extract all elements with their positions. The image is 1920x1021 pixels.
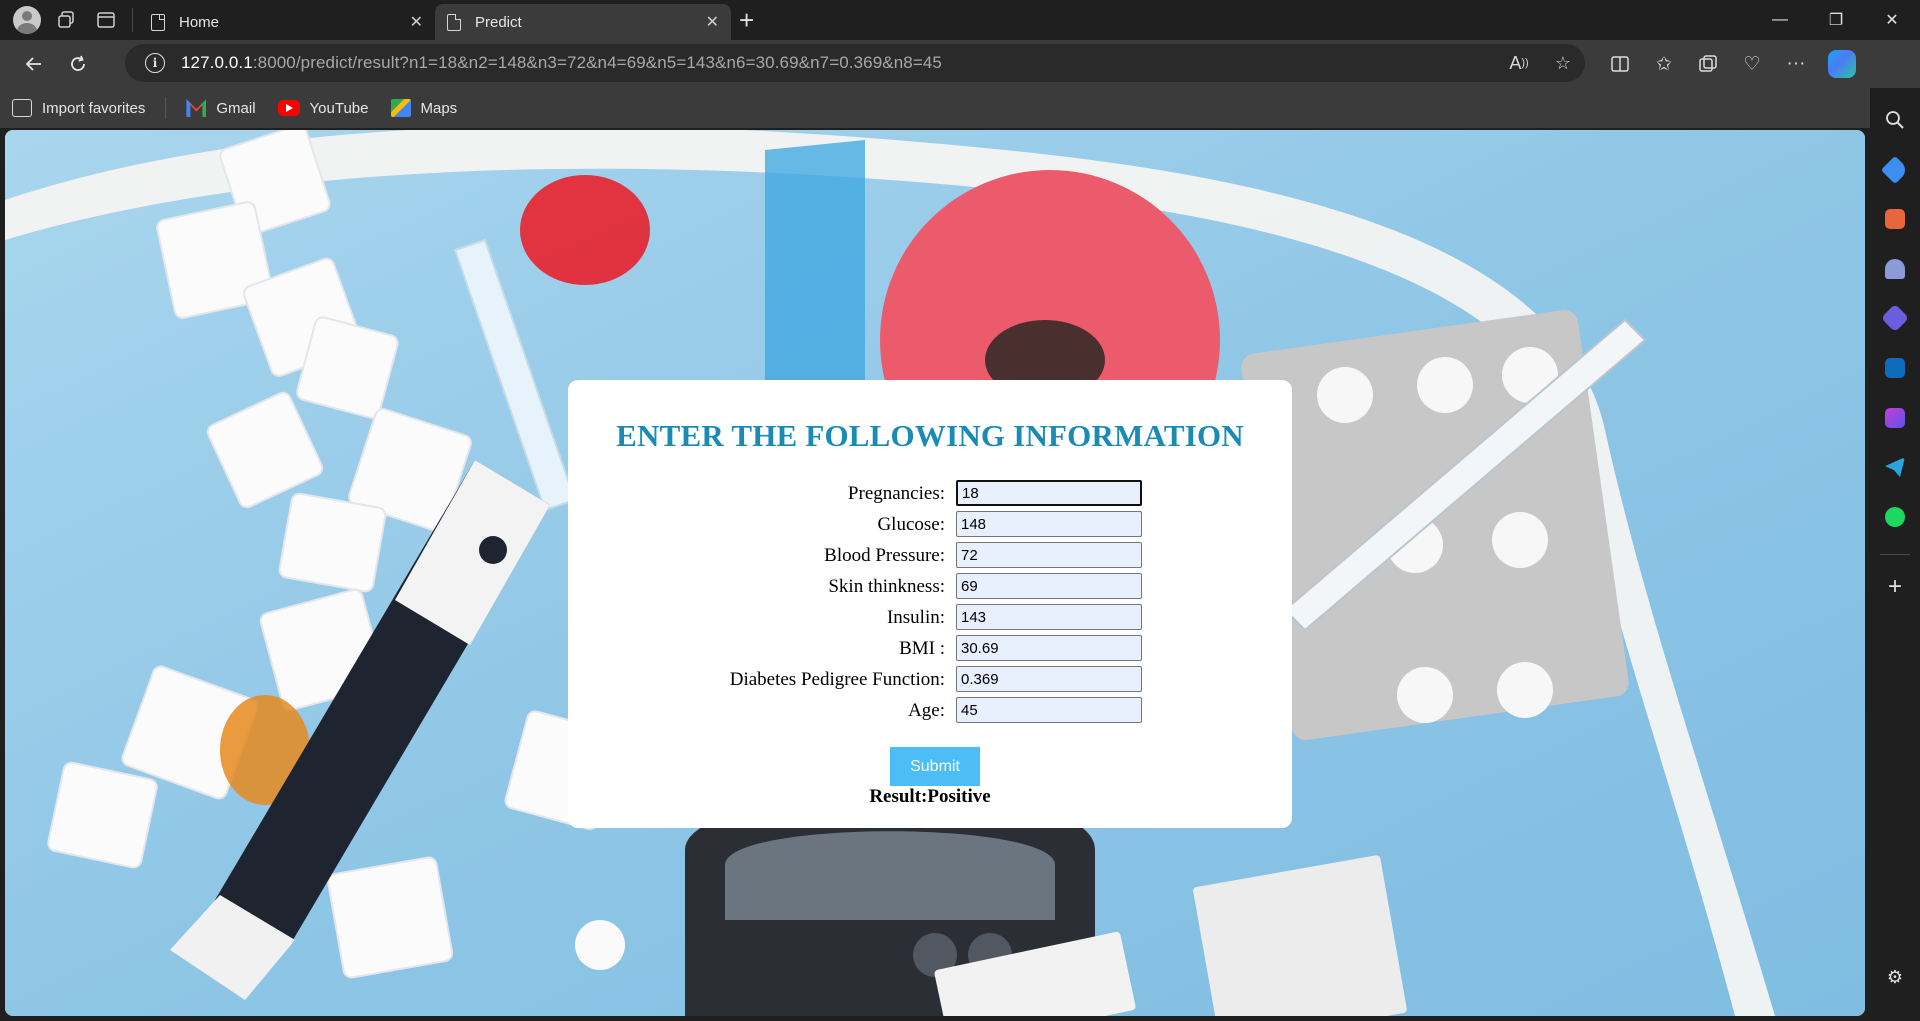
tab-home[interactable]: Home ✕ (139, 4, 435, 40)
blood-pressure-input[interactable] (956, 542, 1142, 568)
tab-separator (132, 8, 133, 32)
telegram-icon[interactable] (1877, 449, 1913, 485)
refresh-button[interactable] (56, 44, 100, 84)
page-title: ENTER THE FOLLOWING INFORMATION (616, 418, 1244, 453)
profile-button[interactable] (8, 0, 46, 40)
result-text: Result:Positive (869, 786, 991, 807)
address-bar-row: i 127.0.0.1:8000/predict/result?n1=18&n2… (0, 40, 1920, 88)
address-bar-actions: A)) ☆ (1497, 44, 1585, 82)
field-label: Diabetes Pedigree Function: (729, 669, 945, 690)
url-path: :8000/predict/result?n1=18&n2=148&n3=72&… (252, 53, 942, 72)
field-bmi: BMI : (568, 635, 1292, 661)
glucose-input[interactable] (956, 511, 1142, 537)
edge-sidebar: + ⚙ (1870, 88, 1920, 1021)
avatar-icon (13, 6, 41, 34)
workspaces-button[interactable] (46, 0, 86, 40)
favorite-gmail[interactable]: Gmail (186, 99, 256, 117)
arrow-left-icon (25, 57, 41, 71)
tab-label: Predict (475, 13, 522, 31)
pregnancies-input[interactable] (956, 480, 1142, 506)
sidebar-separator (1880, 554, 1910, 556)
field-label: Age: (908, 700, 945, 721)
favorite-label: Gmail (216, 99, 256, 117)
field-age: Age: (568, 697, 1292, 723)
more-menu-icon[interactable]: ··· (1774, 40, 1818, 88)
favorites-icon[interactable]: ✩ (1642, 40, 1686, 88)
field-label: Insulin: (886, 607, 945, 628)
field-blood-pressure: Blood Pressure: (568, 542, 1292, 568)
vertical-tabs-button[interactable] (86, 0, 126, 40)
favorite-label: Import favorites (42, 99, 146, 117)
games-icon[interactable] (1877, 251, 1913, 287)
page-icon (447, 13, 461, 31)
favorite-label: YouTube (309, 99, 369, 117)
tools-icon[interactable] (1877, 201, 1913, 237)
field-label: Skin thinkness: (828, 576, 945, 597)
favorites-separator (165, 97, 167, 119)
designer-icon[interactable] (1877, 400, 1913, 436)
field-glucose: Glucose: (568, 511, 1292, 537)
refresh-icon (71, 55, 85, 71)
close-window-icon[interactable]: ✕ (1864, 0, 1920, 40)
minimize-icon[interactable]: — (1752, 0, 1808, 40)
browser-toolbar: ✩ ♡ ··· (1598, 40, 1856, 88)
import-icon (12, 99, 32, 117)
tab-predict[interactable]: Predict ✕ (435, 4, 731, 40)
field-label: Glucose: (877, 514, 945, 535)
window-controls: — ❐ ✕ (1752, 0, 1920, 40)
field-label: Pregnancies: (847, 483, 945, 504)
skin-thickness-input[interactable] (956, 573, 1142, 599)
tab-bar: Home ✕ Predict ✕ + — ❐ ✕ (0, 0, 1920, 40)
field-skin-thickness: Skin thinkness: (568, 573, 1292, 599)
page-viewport: ENTER THE FOLLOWING INFORMATION Pregnanc… (5, 130, 1865, 1016)
close-icon[interactable]: ✕ (410, 12, 423, 32)
favorite-maps[interactable]: Maps (390, 99, 458, 117)
url-text[interactable]: 127.0.0.1:8000/predict/result?n1=18&n2=1… (181, 53, 942, 73)
age-input[interactable] (956, 697, 1142, 723)
diabetes-pedigree-input[interactable] (956, 666, 1142, 692)
field-insulin: Insulin: (568, 604, 1292, 630)
gmail-icon (186, 99, 207, 117)
copilot-icon[interactable] (1828, 50, 1856, 78)
copilot-apps-icon[interactable] (1877, 300, 1913, 336)
back-button[interactable] (12, 44, 56, 84)
url-host: 127.0.0.1 (181, 53, 253, 72)
favorites-bar: Import favorites Gmail YouTube Maps (0, 88, 1870, 128)
favorite-label: Maps (420, 99, 458, 117)
field-pregnancies: Pregnancies: (568, 480, 1292, 506)
youtube-icon (277, 100, 300, 116)
gear-icon[interactable]: ⚙ (1877, 959, 1913, 995)
browser-essentials-icon[interactable]: ♡ (1730, 40, 1774, 88)
add-sidebar-app-icon[interactable]: + (1877, 569, 1913, 605)
favorite-star-icon[interactable]: ☆ (1541, 44, 1585, 82)
page-icon (151, 13, 165, 31)
insulin-input[interactable] (956, 604, 1142, 630)
site-info-icon[interactable]: i (145, 53, 165, 73)
shopping-tag-icon[interactable] (1877, 152, 1913, 188)
submit-button[interactable]: Submit (890, 747, 980, 786)
tab-label: Home (179, 13, 220, 31)
favorite-youtube[interactable]: YouTube (277, 99, 369, 117)
address-bar[interactable]: i 127.0.0.1:8000/predict/result?n1=18&n2… (125, 44, 1585, 82)
spotify-icon[interactable] (1877, 499, 1913, 535)
bmi-input[interactable] (956, 635, 1142, 661)
form-card: ENTER THE FOLLOWING INFORMATION Pregnanc… (568, 380, 1292, 828)
outlook-icon[interactable] (1877, 350, 1913, 386)
field-label: BMI : (899, 638, 945, 659)
field-label: Blood Pressure: (824, 545, 945, 566)
tab-actions-icon (97, 12, 115, 28)
close-icon[interactable]: ✕ (706, 12, 719, 32)
maps-icon (390, 99, 411, 117)
favorite-import[interactable]: Import favorites (12, 99, 145, 117)
field-diabetes-pedigree: Diabetes Pedigree Function: (568, 666, 1292, 692)
read-aloud-icon[interactable]: A)) (1497, 44, 1541, 82)
workspaces-icon (58, 11, 74, 28)
split-screen-icon[interactable] (1598, 40, 1642, 88)
search-icon[interactable] (1877, 102, 1913, 138)
restore-icon[interactable]: ❐ (1808, 0, 1864, 40)
collections-icon[interactable] (1686, 40, 1730, 88)
new-tab-button[interactable]: + (739, 5, 754, 36)
